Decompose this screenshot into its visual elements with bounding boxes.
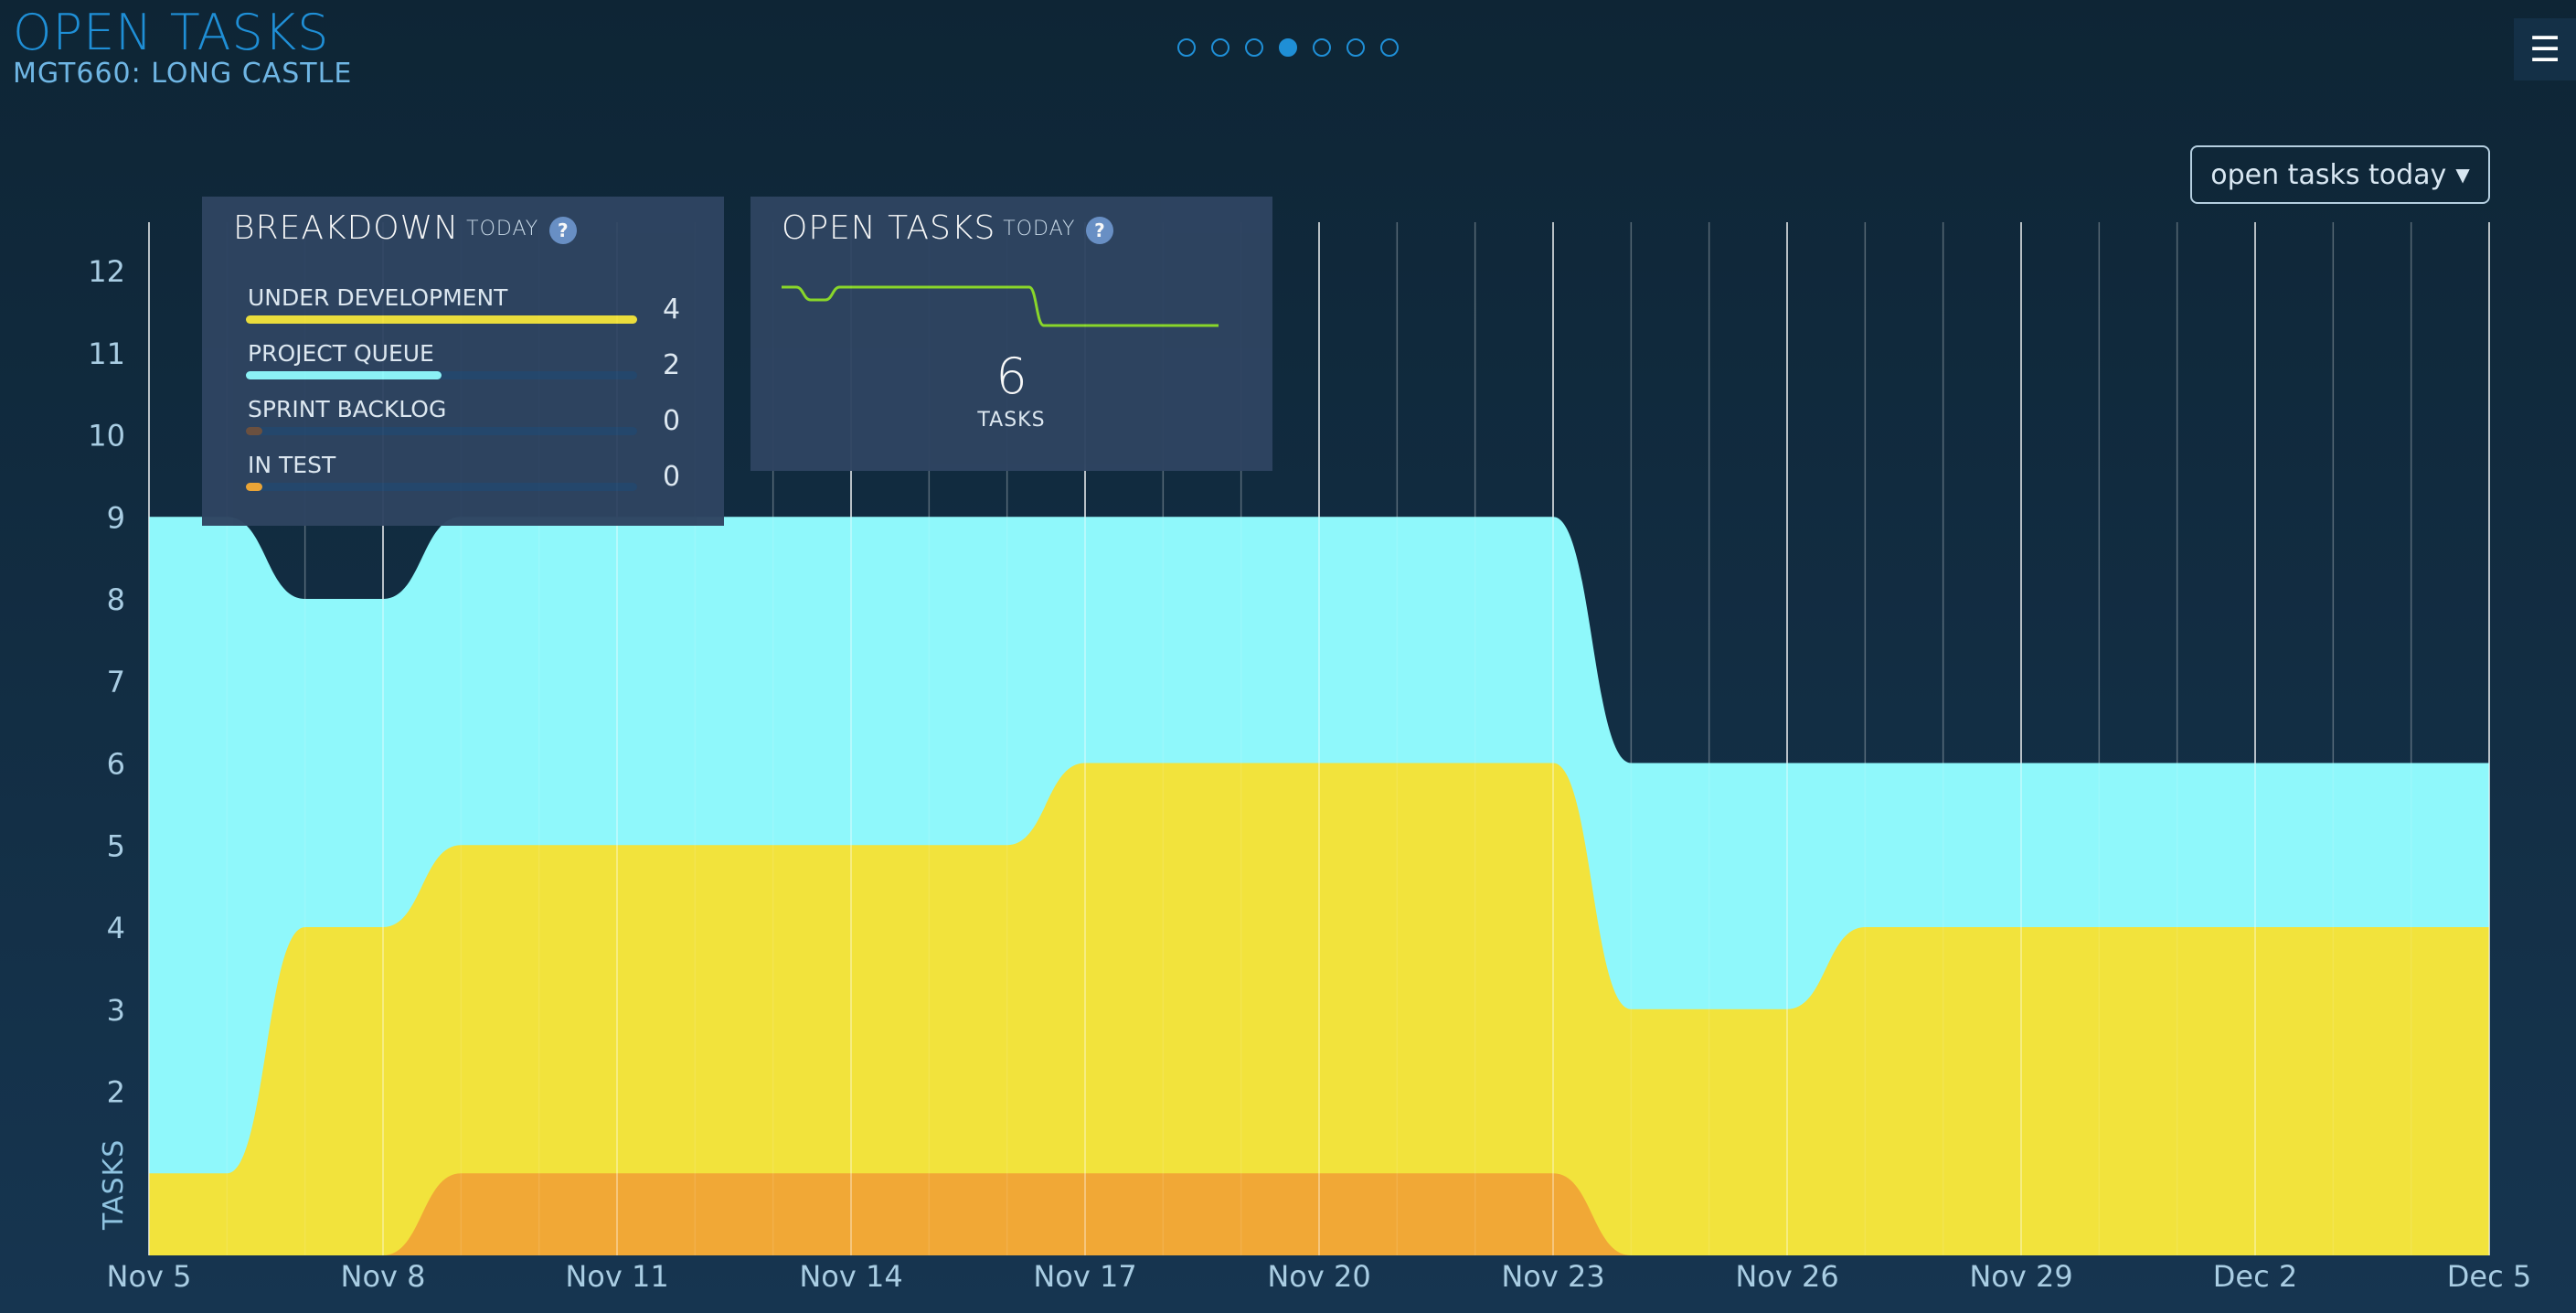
- breakdown-row: SPRINT BACKLOG 0: [246, 396, 705, 449]
- open-tasks-sparkline: [782, 285, 1219, 327]
- breakdown-row-bar: [246, 315, 637, 324]
- breakdown-title: BREAKDOWN TODAY?: [233, 209, 578, 247]
- y-tick-label: 5: [107, 828, 125, 863]
- x-axis-ticks: Nov 5 Nov 8 Nov 11 Nov 14 Nov 17 Nov 20 Nov 23…: [107, 1259, 2532, 1294]
- x-tick-label: Dec 5: [2447, 1259, 2531, 1294]
- breakdown-row-bar-fill: [246, 315, 637, 324]
- breakdown-row-label: SPRINT BACKLOG: [248, 396, 447, 422]
- x-tick-label: Nov 14: [799, 1259, 902, 1294]
- hamburger-icon: ☰: [2528, 29, 2561, 69]
- page-dot-1[interactable]: [1177, 38, 1196, 57]
- y-tick-label: 11: [88, 336, 125, 371]
- page-dot-4[interactable]: [1279, 38, 1297, 57]
- x-tick-label: Nov 26: [1735, 1259, 1838, 1294]
- page-dot-6[interactable]: [1347, 38, 1365, 57]
- open-tasks-caption: TASKS: [977, 409, 1046, 432]
- y-tick-label: 7: [107, 665, 125, 699]
- caret-down-icon: ▼: [2455, 164, 2470, 186]
- x-tick-label: Nov 8: [341, 1259, 426, 1294]
- open-tasks-count: 6: [995, 347, 1027, 405]
- breakdown-row-count: 4: [663, 294, 681, 326]
- breakdown-row-bar: [246, 483, 637, 491]
- y-axis-ticks: 2 3 4 5 6 7 8 9 10 11 12: [88, 254, 125, 1110]
- breakdown-row: PROJECT QUEUE 2: [246, 340, 705, 393]
- help-icon[interactable]: ?: [1086, 217, 1114, 244]
- open-tasks-title: OPEN TASKS TODAY?: [782, 209, 1114, 247]
- x-tick-label: Dec 2: [2213, 1259, 2297, 1294]
- breakdown-row-bar-fill: [246, 483, 262, 491]
- open-tasks-title-text: OPEN TASKS: [782, 209, 996, 247]
- y-tick-label: 4: [107, 911, 125, 945]
- breakdown-row-bar: [246, 427, 637, 435]
- breakdown-row-count: 0: [663, 461, 681, 493]
- open-tasks-panel: OPEN TASKS TODAY? 6 TASKS: [750, 197, 1272, 471]
- metric-dropdown[interactable]: open tasks today ▼: [2190, 145, 2490, 204]
- breakdown-row: UNDER DEVELOPMENT 4: [246, 284, 705, 337]
- y-tick-label: 6: [107, 747, 125, 782]
- breakdown-row-bar: [246, 371, 637, 379]
- y-tick-label: 8: [107, 582, 125, 617]
- page-subtitle: MGT660: LONG CASTLE: [13, 58, 353, 90]
- breakdown-row-count: 0: [663, 405, 681, 437]
- y-tick-label: 12: [88, 254, 125, 289]
- page-indicator: [1177, 38, 1399, 57]
- x-tick-label: Nov 5: [107, 1259, 192, 1294]
- page-dot-2[interactable]: [1211, 38, 1229, 57]
- metric-dropdown-label: open tasks today: [2210, 158, 2447, 191]
- breakdown-row-label: IN TEST: [248, 452, 336, 478]
- breakdown-panel: BREAKDOWN TODAY? UNDER DEVELOPMENT 4 PROJEC…: [202, 197, 724, 526]
- breakdown-row-label: PROJECT QUEUE: [248, 340, 434, 367]
- breakdown-title-text: BREAKDOWN: [233, 209, 460, 247]
- breakdown-qualifier: TODAY: [466, 218, 539, 240]
- open-tasks-qualifier: TODAY: [1003, 218, 1076, 240]
- page-dot-7[interactable]: [1380, 38, 1399, 57]
- hamburger-menu-button[interactable]: ☰: [2514, 18, 2576, 80]
- breakdown-row-count: 2: [663, 349, 681, 381]
- breakdown-row-bar-fill: [246, 371, 442, 379]
- y-tick-label: 10: [88, 419, 125, 454]
- x-tick-label: Nov 29: [1969, 1259, 2072, 1294]
- x-tick-label: Nov 17: [1033, 1259, 1136, 1294]
- breakdown-row-label: UNDER DEVELOPMENT: [248, 284, 508, 311]
- y-tick-label: 2: [107, 1075, 125, 1110]
- page-title: OPEN TASKS: [13, 4, 330, 61]
- y-tick-label: 9: [107, 500, 125, 535]
- page-dot-5[interactable]: [1313, 38, 1331, 57]
- breakdown-row-bar-fill: [246, 427, 262, 435]
- sparkline-line: [782, 285, 1219, 327]
- y-axis-label: TASKS: [98, 1139, 130, 1231]
- x-tick-label: Nov 11: [565, 1259, 668, 1294]
- help-icon[interactable]: ?: [549, 217, 578, 244]
- x-tick-label: Nov 23: [1501, 1259, 1604, 1294]
- x-tick-label: Nov 20: [1267, 1259, 1370, 1294]
- y-tick-label: 3: [107, 993, 125, 1028]
- breakdown-row: IN TEST 0: [246, 452, 705, 505]
- page-dot-3[interactable]: [1245, 38, 1263, 57]
